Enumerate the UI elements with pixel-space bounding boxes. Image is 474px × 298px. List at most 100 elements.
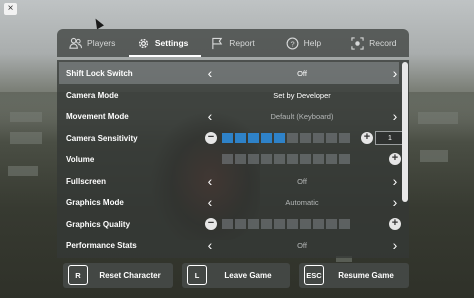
gear-icon (138, 38, 148, 48)
slider-segment[interactable] (248, 219, 259, 229)
tab-players[interactable]: Players (57, 29, 127, 57)
camera-sensitivity-input[interactable]: 1 (375, 131, 405, 145)
chevron-left-icon[interactable]: ‹ (205, 174, 215, 188)
setting-row-volume: Volume + (59, 148, 401, 170)
settings-scrollbar[interactable] (402, 62, 408, 202)
camera-sensitivity-slider[interactable] (222, 133, 350, 143)
graphics-quality-slider[interactable] (222, 219, 350, 229)
slider-segment[interactable] (235, 219, 246, 229)
decrease-button[interactable]: − (205, 132, 217, 144)
slider-segment[interactable] (222, 154, 233, 164)
menu-tab-bar: Players Settings Report ? Help Record (57, 29, 409, 57)
volume-slider[interactable] (222, 154, 350, 164)
setting-row-movement-mode[interactable]: Movement Mode ‹ Default (Keyboard) › (59, 105, 399, 127)
background-block (10, 132, 42, 144)
slider-segment[interactable] (248, 154, 259, 164)
slider-segment[interactable] (300, 133, 311, 143)
increase-button[interactable]: + (361, 132, 373, 144)
slider-segment[interactable] (339, 219, 350, 229)
reset-character-label: Reset Character (99, 271, 161, 280)
slider-segment[interactable] (235, 133, 246, 143)
slider-segment[interactable] (261, 154, 272, 164)
tab-report-label: Report (229, 38, 255, 48)
slider-segment[interactable] (248, 133, 259, 143)
tab-players-label: Players (87, 38, 116, 48)
settings-panel: Shift Lock Switch ‹ Off › Camera Mode Se… (57, 60, 409, 258)
mouse-cursor-icon (92, 16, 104, 30)
chevron-left-icon[interactable]: ‹ (205, 109, 215, 123)
tab-settings-label: Settings (154, 38, 189, 48)
decrease-button[interactable]: − (205, 218, 217, 230)
active-tab-indicator (129, 55, 201, 57)
setting-label: Performance Stats (66, 240, 137, 250)
slider-segment[interactable] (287, 133, 298, 143)
increase-button[interactable]: + (389, 153, 401, 165)
reset-character-button[interactable]: R Reset Character (63, 263, 173, 288)
slider-segment[interactable] (287, 219, 298, 229)
chevron-left-icon[interactable]: ‹ (205, 195, 215, 209)
setting-value: Off (297, 176, 307, 186)
slider-segment[interactable] (222, 219, 233, 229)
increase-button[interactable]: + (389, 218, 401, 230)
setting-value: Default (Keyboard) (270, 111, 334, 121)
chevron-right-icon[interactable]: › (390, 174, 400, 188)
setting-row-graphics-quality: Graphics Quality − + (59, 213, 401, 235)
resume-game-button[interactable]: ESC Resume Game (299, 263, 409, 288)
leave-game-button[interactable]: L Leave Game (182, 263, 290, 288)
slider-segment[interactable] (326, 219, 337, 229)
setting-row-performance-stats[interactable]: Performance Stats ‹ Off › (59, 234, 399, 256)
record-icon (351, 36, 364, 50)
slider-segment[interactable] (326, 154, 337, 164)
slider-segment[interactable] (287, 154, 298, 164)
setting-label: Movement Mode (66, 111, 129, 121)
slider-segment[interactable] (313, 133, 324, 143)
chevron-right-icon[interactable]: › (390, 66, 400, 80)
close-icon[interactable]: × (4, 3, 17, 15)
tab-settings[interactable]: Settings (127, 29, 197, 57)
slider-segment[interactable] (313, 219, 324, 229)
slider-segment[interactable] (300, 219, 311, 229)
slider-segment[interactable] (339, 133, 350, 143)
slider-segment[interactable] (235, 154, 246, 164)
chevron-left-icon[interactable]: ‹ (205, 66, 215, 80)
chevron-left-icon[interactable]: ‹ (205, 238, 215, 252)
help-icon: ? (286, 37, 299, 49)
slider-segment[interactable] (274, 219, 285, 229)
tab-report[interactable]: Report (198, 29, 268, 57)
players-icon (69, 37, 82, 49)
setting-row-graphics-mode[interactable]: Graphics Mode ‹ Automatic › (59, 191, 399, 213)
slider-segment[interactable] (274, 154, 285, 164)
setting-value: Off (297, 68, 307, 78)
flag-icon (212, 37, 223, 49)
setting-label: Volume (66, 154, 95, 164)
setting-row-camera-mode: Camera Mode Set by Developer (59, 84, 399, 106)
setting-value: Off (297, 240, 307, 250)
setting-label: Camera Mode (66, 90, 119, 100)
chevron-right-icon[interactable]: › (390, 238, 400, 252)
slider-segment[interactable] (313, 154, 324, 164)
setting-label: Graphics Mode (66, 197, 124, 207)
key-hint: L (187, 265, 207, 285)
slider-segment[interactable] (326, 133, 337, 143)
slider-segment[interactable] (300, 154, 311, 164)
background-block (10, 112, 42, 122)
slider-segment[interactable] (261, 133, 272, 143)
setting-row-fullscreen[interactable]: Fullscreen ‹ Off › (59, 170, 399, 192)
setting-row-shift-lock[interactable]: Shift Lock Switch ‹ Off › (59, 62, 399, 84)
setting-value: Automatic (285, 197, 319, 207)
svg-text:?: ? (290, 39, 294, 48)
chevron-right-icon[interactable]: › (390, 195, 400, 209)
setting-row-camera-sensitivity: Camera Sensitivity − + 1 (59, 127, 405, 149)
key-hint: R (68, 265, 88, 285)
leave-game-label: Leave Game (224, 271, 272, 280)
slider-segment[interactable] (261, 219, 272, 229)
slider-segment[interactable] (274, 133, 285, 143)
slider-segment[interactable] (222, 133, 233, 143)
tab-help[interactable]: ? Help (268, 29, 338, 57)
key-hint: ESC (304, 265, 324, 285)
chevron-right-icon[interactable]: › (390, 109, 400, 123)
slider-segment[interactable] (339, 154, 350, 164)
tab-record[interactable]: Record (339, 29, 409, 57)
setting-label: Camera Sensitivity (66, 133, 138, 143)
background-block (420, 150, 448, 162)
